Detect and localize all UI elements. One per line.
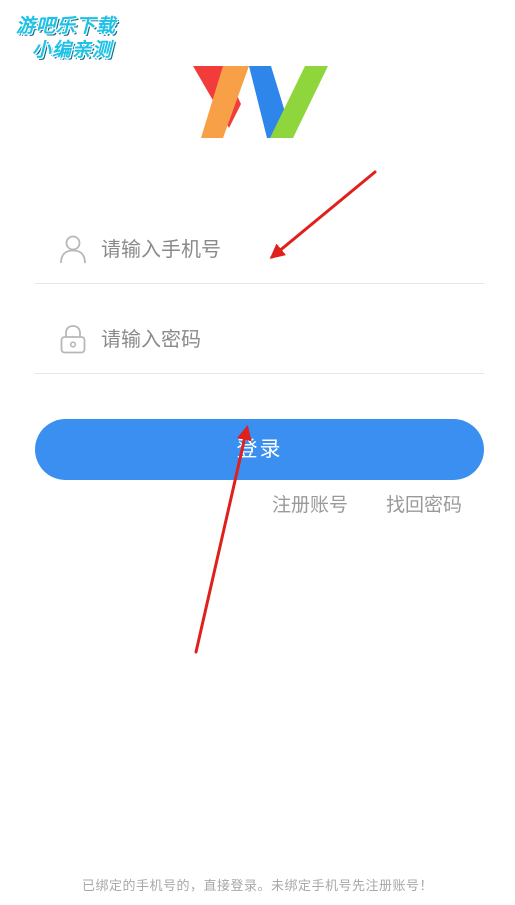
- password-field-row: [35, 313, 484, 374]
- register-link[interactable]: 注册账号: [272, 492, 348, 518]
- password-input[interactable]: [101, 321, 471, 357]
- app-logo: [193, 66, 328, 138]
- forgot-password-link[interactable]: 找回密码: [386, 492, 462, 518]
- watermark-line-2: 小编亲测: [32, 39, 113, 61]
- phone-input[interactable]: [101, 231, 471, 267]
- phone-field-row: [35, 223, 484, 284]
- watermark: 游吧乐下载 小编亲测: [12, 8, 152, 66]
- footer-note: 已绑定的手机号的，直接登录。未绑定手机号先注册账号！: [81, 879, 433, 894]
- user-icon: [60, 235, 86, 264]
- watermark-line-1: 游吧乐下载: [16, 15, 117, 37]
- lock-icon: [60, 325, 86, 354]
- login-button[interactable]: 登录: [35, 419, 484, 480]
